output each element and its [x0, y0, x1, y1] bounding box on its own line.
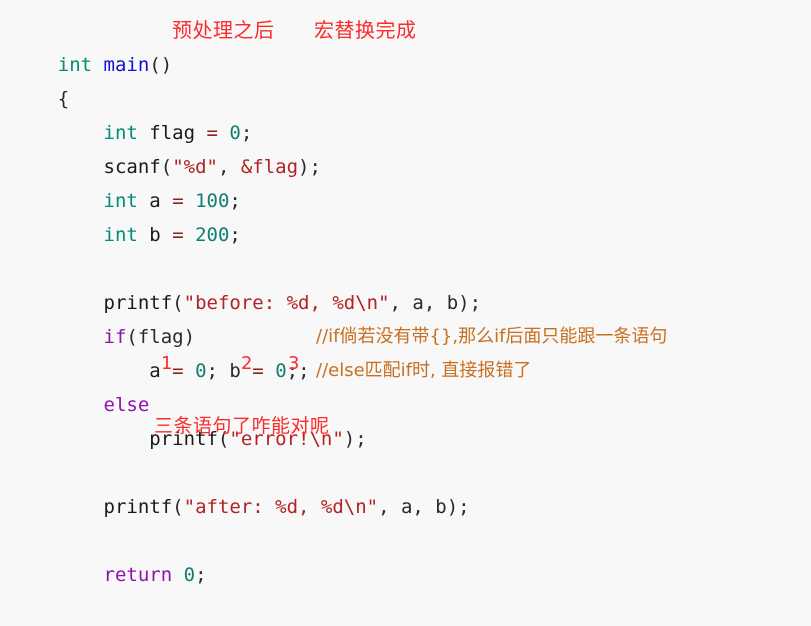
token-string-after: "after: %d, %d\n": [183, 496, 379, 518]
code-line-6: int b = 200;: [12, 184, 241, 246]
token-open-paren: (: [172, 496, 184, 518]
token-string-before: "before: %d, %d\n": [183, 292, 390, 314]
token-operator-assign: =: [172, 224, 184, 246]
code-line-5: int a = 100;: [12, 150, 241, 212]
code-line-14: printf("after: %d, %d\n", a, b);: [12, 456, 470, 518]
token-parens: (): [149, 54, 173, 76]
annotation-marker-1: 1: [161, 353, 173, 374]
annotation-three-statements: 三条语句了咋能对呢: [154, 415, 330, 437]
token-address-flag: &flag: [240, 156, 299, 178]
code-line-1: int main(): [12, 14, 172, 76]
token-close-paren-semicolon: );: [298, 156, 321, 178]
token-operator-assign-2: =: [252, 360, 264, 382]
code-line-4: scanf("%d", &flag);: [12, 116, 321, 178]
code-line-2: {: [12, 48, 69, 110]
annotation-preprocess-done: 预处理之后: [172, 18, 275, 42]
token-args-ab: , a, b);: [389, 292, 482, 314]
token-semicolon: ;: [229, 224, 241, 246]
token-args-ab: , a, b);: [378, 496, 470, 518]
code-line-11: else: [12, 354, 150, 416]
code-line-7-blank: [12, 218, 23, 252]
token-operator-assign: =: [172, 360, 184, 382]
token-keyword-return: return: [103, 564, 173, 586]
annotation-marker-3: 3: [288, 353, 300, 374]
token-function-printf: printf: [103, 496, 173, 518]
code-line-8: printf("before: %d, %d\n", a, b);: [12, 252, 482, 314]
token-close-paren-semicolon: );: [343, 428, 367, 450]
code-editor[interactable]: int main() { int flag = 0; scanf("%d", &…: [0, 0, 811, 586]
token-number-200: 200: [195, 224, 230, 246]
token-number-zero-2: 0: [275, 360, 287, 382]
code-comment-line-10: //if倘若没有带{},那么if后面只能跟一条语句: [316, 326, 668, 347]
token-semicolon: ;: [195, 564, 207, 586]
token-keyword-int: int: [103, 224, 138, 246]
code-line-3: int flag = 0;: [12, 82, 253, 144]
code-line-13-blank: [12, 422, 23, 456]
token-number-zero: 0: [195, 360, 207, 382]
code-line-10: a = 0; b = 0;;: [12, 320, 309, 382]
token-number-zero: 0: [183, 564, 196, 586]
token-identifier-b: b: [137, 224, 173, 246]
code-line-15-blank: [12, 490, 23, 524]
code-comment-line-11: //else匹配if时, 直接报错了: [316, 360, 532, 381]
code-line-9: if(flag): [12, 286, 196, 348]
annotation-marker-2: 2: [241, 353, 253, 374]
annotation-macro-replaced: 宏替换完成: [314, 18, 417, 42]
token-function-main: main: [103, 54, 150, 76]
code-line-16: return 0;: [12, 524, 207, 586]
